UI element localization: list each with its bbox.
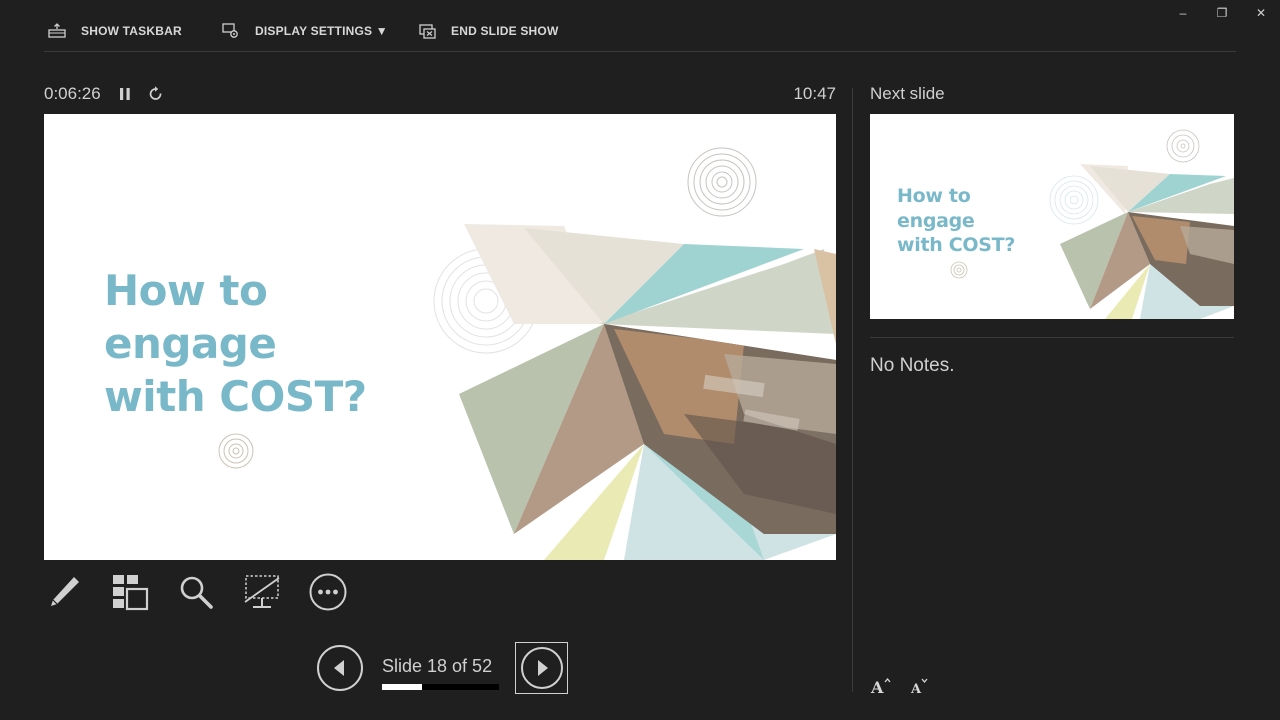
taskbar-icon — [48, 23, 66, 38]
minimize-button[interactable]: – — [1173, 4, 1193, 22]
pen-icon — [51, 577, 79, 606]
black-screen-tool[interactable] — [242, 572, 282, 612]
notes-divider — [870, 337, 1234, 338]
chevron-left-icon — [334, 660, 344, 676]
presenter-tools — [44, 572, 348, 614]
see-all-slides-tool[interactable] — [110, 572, 150, 612]
speaker-notes: No Notes. — [870, 355, 955, 376]
more-options-tool[interactable] — [308, 572, 348, 612]
more-options-icon — [309, 573, 347, 611]
black-screen-icon — [244, 575, 280, 608]
display-settings-icon — [222, 23, 238, 38]
panel-divider — [852, 88, 853, 692]
increase-font-button[interactable]: A — [870, 676, 892, 697]
show-taskbar-button[interactable]: SHOW TASKBAR — [47, 22, 182, 40]
end-slide-show-icon — [419, 24, 436, 39]
current-slide[interactable]: How to engage with COST? — [44, 114, 836, 560]
close-button[interactable]: ✕ — [1251, 4, 1271, 22]
slide-title: How to engage with COST? — [104, 266, 367, 421]
end-slide-show-button[interactable]: END SLIDE SHOW — [417, 22, 558, 40]
pen-tool[interactable] — [44, 572, 84, 612]
display-settings-label: DISPLAY SETTINGS — [255, 24, 373, 38]
slide-counter: Slide 18 of 52 — [382, 656, 493, 676]
display-settings-button[interactable]: DISPLAY SETTINGS ▼ — [221, 22, 388, 40]
pause-icon[interactable] — [117, 86, 133, 102]
zoom-tool[interactable] — [176, 572, 216, 612]
chevron-right-icon — [520, 647, 563, 689]
decrease-font-button[interactable]: A — [910, 676, 932, 697]
decrease-font-icon: A — [910, 678, 928, 697]
toolbar-divider — [44, 51, 1236, 52]
svg-text:A: A — [870, 678, 884, 696]
current-time: 10:47 — [793, 84, 836, 103]
next-slide-title: How to engage with COST? — [897, 185, 1016, 256]
next-slide-label: Next slide — [870, 84, 945, 103]
elapsed-timer: 0:06:26 — [44, 84, 101, 103]
next-slide-button[interactable] — [515, 642, 568, 694]
restore-button[interactable]: ❐ — [1212, 4, 1232, 22]
end-slide-show-label: END SLIDE SHOW — [451, 24, 559, 38]
previous-slide-button[interactable] — [316, 644, 364, 692]
show-taskbar-label: SHOW TASKBAR — [81, 24, 182, 38]
svg-text:A: A — [910, 682, 922, 696]
zoom-icon — [180, 576, 213, 609]
slide-progress-bar — [382, 684, 499, 690]
chevron-down-icon: ▼ — [375, 24, 388, 38]
restart-timer-icon[interactable] — [148, 85, 164, 103]
slide-progress-fill — [382, 684, 423, 690]
see-all-slides-icon — [113, 575, 149, 611]
next-slide-preview[interactable]: How to engage with COST? — [870, 114, 1234, 319]
increase-font-icon: A — [870, 677, 891, 697]
